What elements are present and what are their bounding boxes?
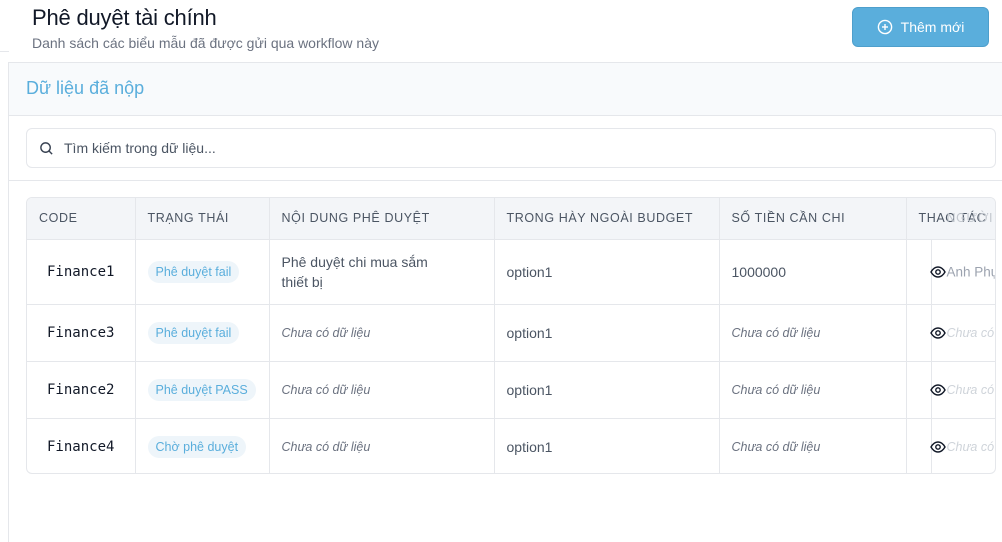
submissions-table: CODE TRẠNG THÁI NỘI DUNG PHÊ DUYỆT TRONG… (26, 197, 996, 474)
status-badge: Phê duyệt fail (147, 260, 240, 283)
status-cell: Phê duyệt fail (135, 239, 270, 305)
creator-cell: Chưa có (946, 325, 995, 340)
card-header: Dữ liệu đã nộp (9, 63, 1002, 116)
search-bar (9, 116, 1002, 181)
code-cell: Finance4 (27, 418, 136, 473)
add-new-button[interactable]: Thêm mới (852, 7, 989, 47)
card-title: Dữ liệu đã nộp (26, 78, 145, 98)
eye-icon[interactable] (929, 439, 946, 455)
status-badge: Chờ phê duyệt (147, 435, 247, 458)
status-cell: Chờ phê duyệt (135, 418, 270, 473)
content-cell: Chưa có dữ liệu (269, 304, 495, 362)
status-cell: Phê duyệt fail (135, 304, 270, 362)
submitted-data-card: Dữ liệu đã nộp CODE TRẠNG THÁI NỘI DUNG … (8, 62, 1002, 542)
amount-cell: Chưa có dữ liệu (719, 304, 907, 362)
column-header-code[interactable]: CODE (27, 198, 136, 240)
creator-cell: Anh Phụ (946, 264, 996, 279)
page-title: Phê duyệt tài chính (32, 5, 217, 30)
content-cell: Chưa có dữ liệu (269, 418, 495, 473)
code-cell: Finance3 (27, 304, 136, 362)
content-cell: Phê duyệt chi mua sắm thiết bị (269, 239, 495, 305)
column-header-content[interactable]: NỘI DUNG PHÊ DUYỆT (269, 198, 495, 240)
eye-icon[interactable] (929, 325, 946, 341)
budget-cell: option1 (494, 418, 720, 473)
table-row[interactable]: Finance3 Phê duyệt fail Chưa có dữ liệu … (27, 304, 995, 362)
table-row[interactable]: Finance2 Phê duyệt PASS Chưa có dữ liệu … (27, 361, 995, 419)
eye-icon[interactable] (929, 264, 946, 280)
column-header-status[interactable]: TRẠNG THÁI (135, 198, 270, 240)
page-subtitle: Danh sách các biểu mẫu đã được gửi qua w… (32, 35, 379, 51)
page-header: Phê duyệt tài chính Danh sách các biểu m… (0, 0, 1002, 62)
budget-cell: option1 (494, 304, 720, 362)
table-header-row: CODE TRẠNG THÁI NỘI DUNG PHÊ DUYỆT TRONG… (27, 198, 995, 240)
creator-cell: Chưa có (946, 439, 995, 454)
column-header-creator: NGƯỜI (946, 211, 994, 225)
actions-cell: Chưa có (906, 361, 995, 419)
plus-circle-icon (877, 19, 893, 35)
status-badge: Phê duyệt fail (147, 321, 240, 344)
eye-icon[interactable] (929, 382, 946, 398)
creator-cell: Chưa có (946, 382, 995, 397)
actions-cell: Chưa có (906, 304, 995, 362)
add-new-label: Thêm mới (900, 19, 965, 35)
status-badge: Phê duyệt PASS (147, 378, 256, 401)
column-header-budget[interactable]: TRONG HÀY NGOÀI BUDGET (494, 198, 720, 240)
content-cell: Chưa có dữ liệu (269, 361, 495, 419)
code-cell: Finance1 (27, 239, 136, 305)
search-icon (39, 141, 64, 156)
actions-cell: Anh Phụ (906, 239, 996, 305)
amount-cell: 1000000 (719, 239, 907, 305)
table-row[interactable]: Finance4 Chờ phê duyệt Chưa có dữ liệu o… (27, 418, 995, 473)
search-input[interactable] (64, 140, 944, 156)
table-row[interactable]: Finance1 Phê duyệt fail Phê duyệt chi mu… (27, 239, 996, 305)
amount-cell: Chưa có dữ liệu (719, 361, 907, 419)
actions-cell: Chưa có (906, 418, 995, 473)
search-box[interactable] (26, 128, 996, 168)
sidebar-edge (0, 0, 9, 52)
code-cell: Finance2 (27, 361, 136, 419)
status-cell: Phê duyệt PASS (135, 361, 270, 419)
column-header-amount[interactable]: SỐ TIỀN CẦN CHI (719, 198, 907, 240)
budget-cell: option1 (494, 239, 720, 305)
amount-cell: Chưa có dữ liệu (719, 418, 907, 473)
column-header-actions: THAO TÁC NGƯỜI (906, 198, 995, 240)
budget-cell: option1 (494, 361, 720, 419)
